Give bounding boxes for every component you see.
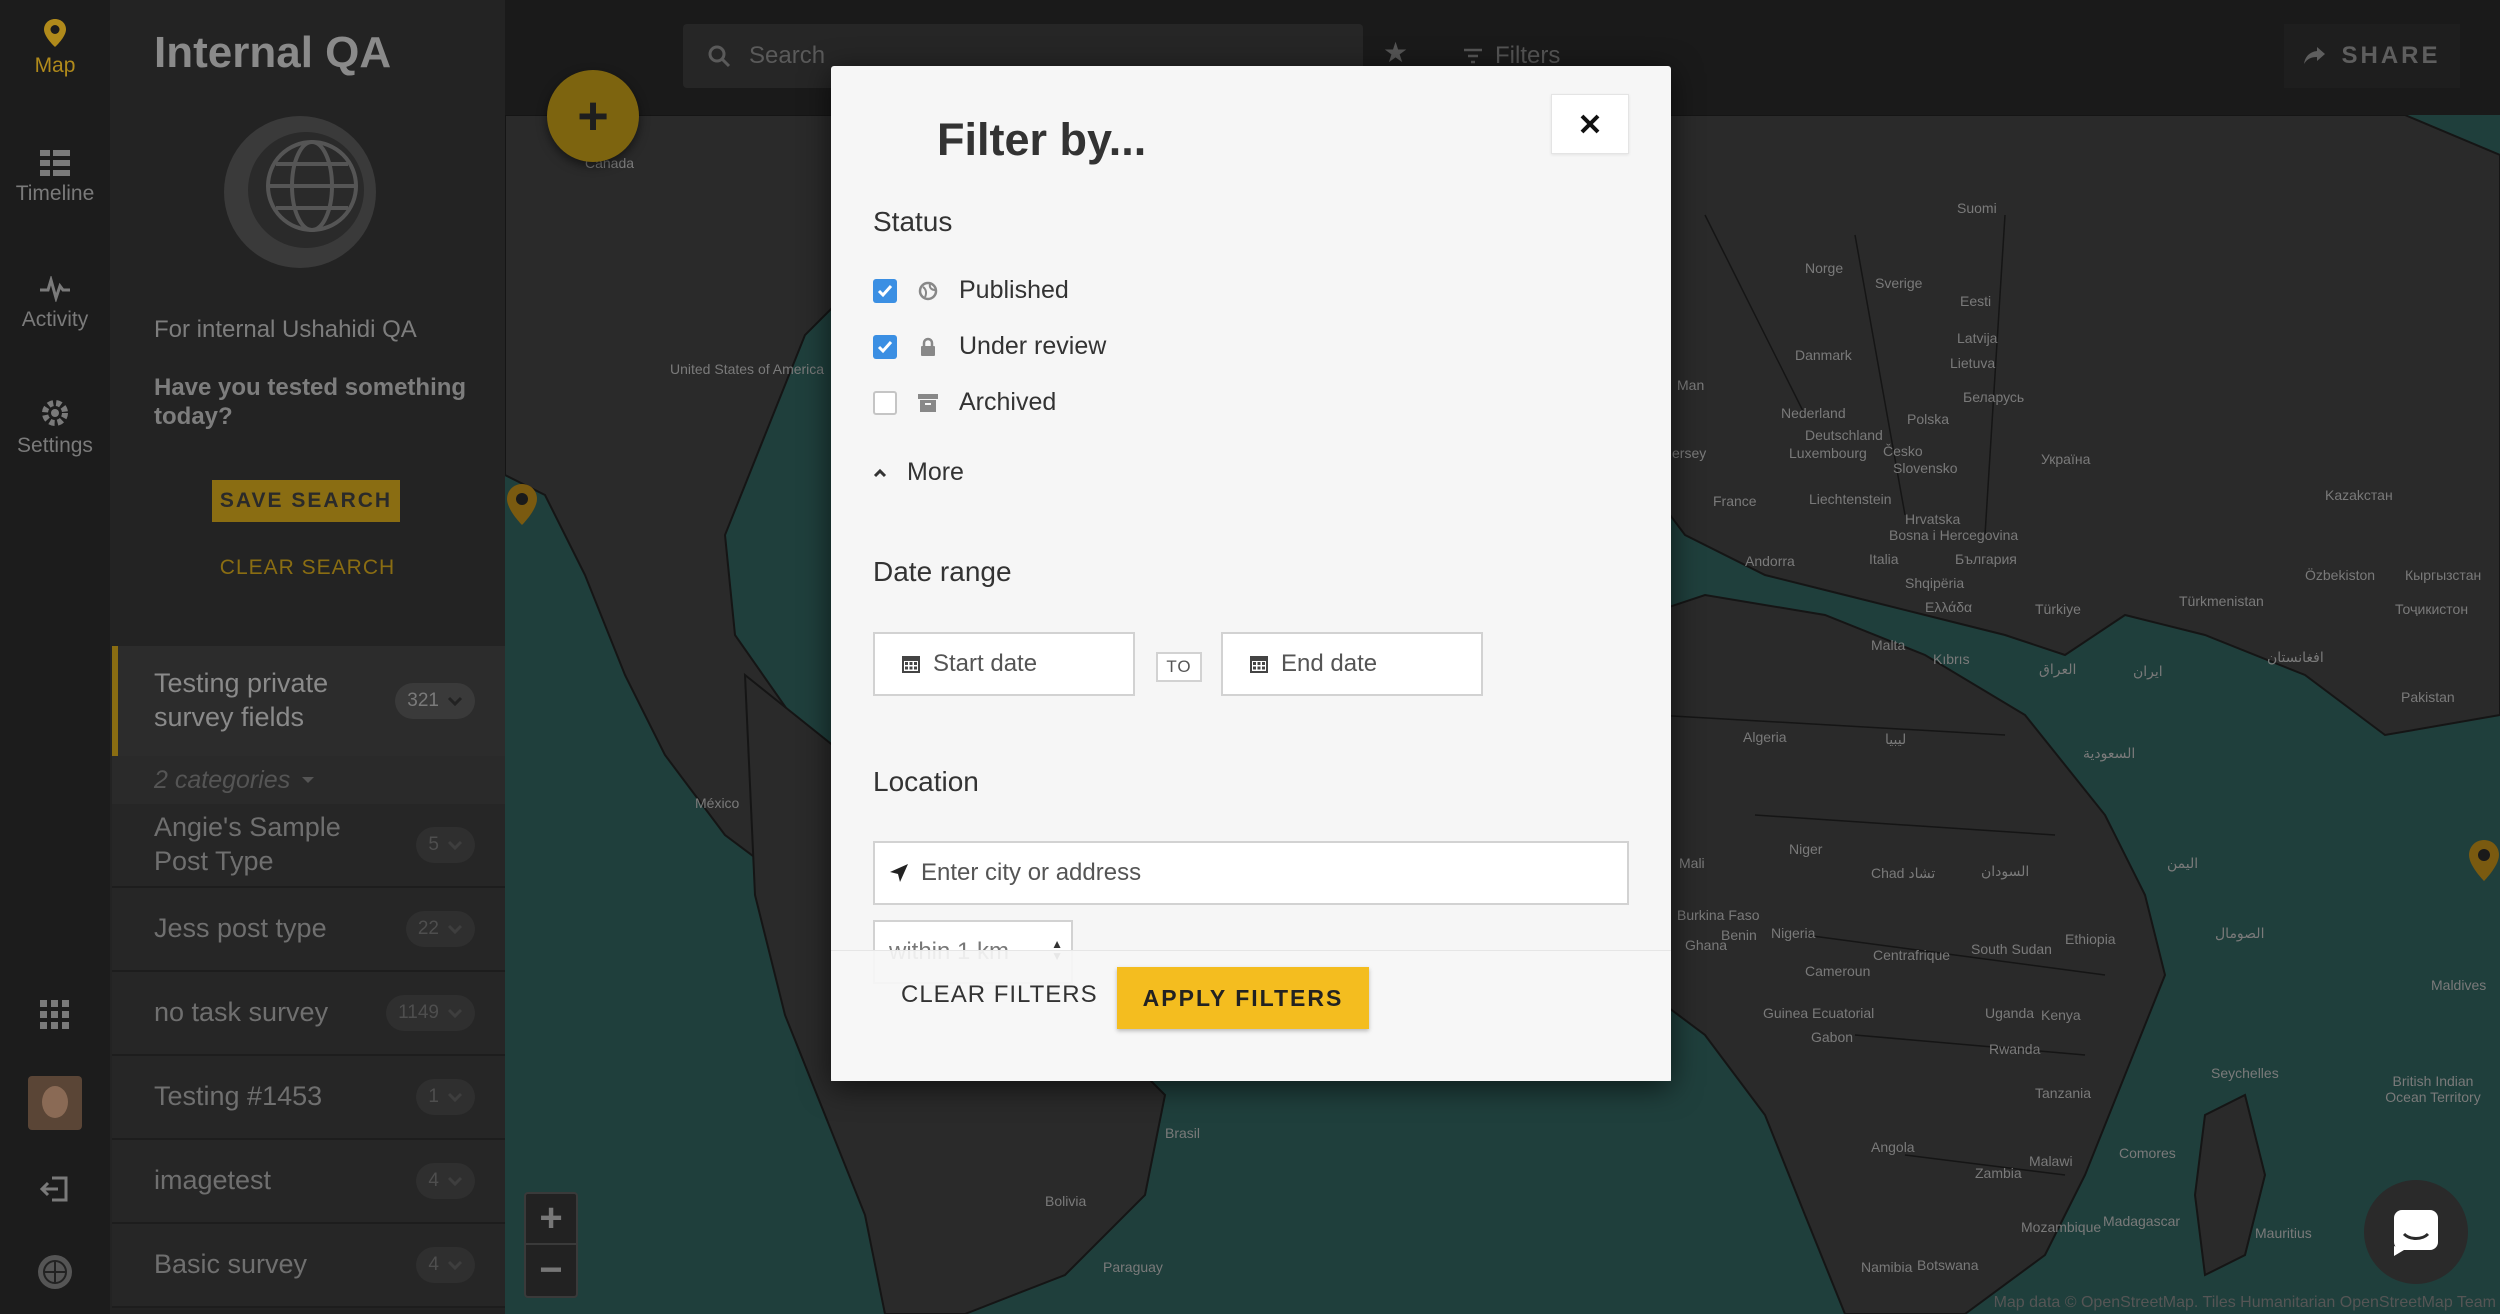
- status-archived-label: Archived: [959, 388, 1057, 416]
- status-label: Status: [873, 206, 953, 237]
- checkbox-archived[interactable]: [873, 390, 897, 415]
- modal-title: Filter by...: [937, 114, 1147, 165]
- end-date-placeholder: End date: [1281, 650, 1378, 677]
- status-under-review[interactable]: Under review: [873, 332, 1106, 361]
- date-range-label: Date range: [873, 556, 1012, 587]
- status-published-label: Published: [959, 276, 1069, 304]
- start-date-placeholder: Start date: [933, 650, 1038, 677]
- checkbox-published[interactable]: [873, 278, 897, 303]
- archive-icon: [918, 393, 938, 412]
- location-label: Location: [873, 766, 979, 797]
- location-placeholder: Enter city or address: [921, 859, 1142, 886]
- clear-filters-button[interactable]: CLEAR FILTERS: [901, 981, 1098, 1009]
- chevron-up-icon: [873, 468, 887, 477]
- date-to-label: TO: [1156, 652, 1202, 682]
- close-button[interactable]: [1551, 94, 1629, 154]
- filter-modal: Filter by... Status Published Under revi…: [831, 66, 1671, 1081]
- location-input[interactable]: Enter city or address: [873, 841, 1629, 905]
- close-icon: [1580, 114, 1600, 134]
- location-arrow-icon: [890, 864, 908, 882]
- check-icon: [877, 340, 893, 353]
- lock-icon: [921, 337, 935, 356]
- end-date-field[interactable]: End date: [1221, 632, 1483, 696]
- start-date-field[interactable]: Start date: [873, 632, 1135, 696]
- globe-icon: [918, 281, 938, 300]
- apply-filters-button[interactable]: APPLY FILTERS: [1117, 967, 1369, 1029]
- status-published[interactable]: Published: [873, 276, 1069, 305]
- status-under-review-label: Under review: [959, 332, 1107, 360]
- more-toggle[interactable]: More: [873, 458, 964, 487]
- check-icon: [877, 284, 893, 297]
- calendar-icon: [902, 656, 920, 673]
- more-label: More: [907, 458, 964, 486]
- status-archived[interactable]: Archived: [873, 388, 1056, 417]
- calendar-icon: [1250, 656, 1268, 673]
- checkbox-under-review[interactable]: [873, 334, 897, 359]
- modal-footer: CLEAR FILTERS APPLY FILTERS: [831, 950, 1671, 1081]
